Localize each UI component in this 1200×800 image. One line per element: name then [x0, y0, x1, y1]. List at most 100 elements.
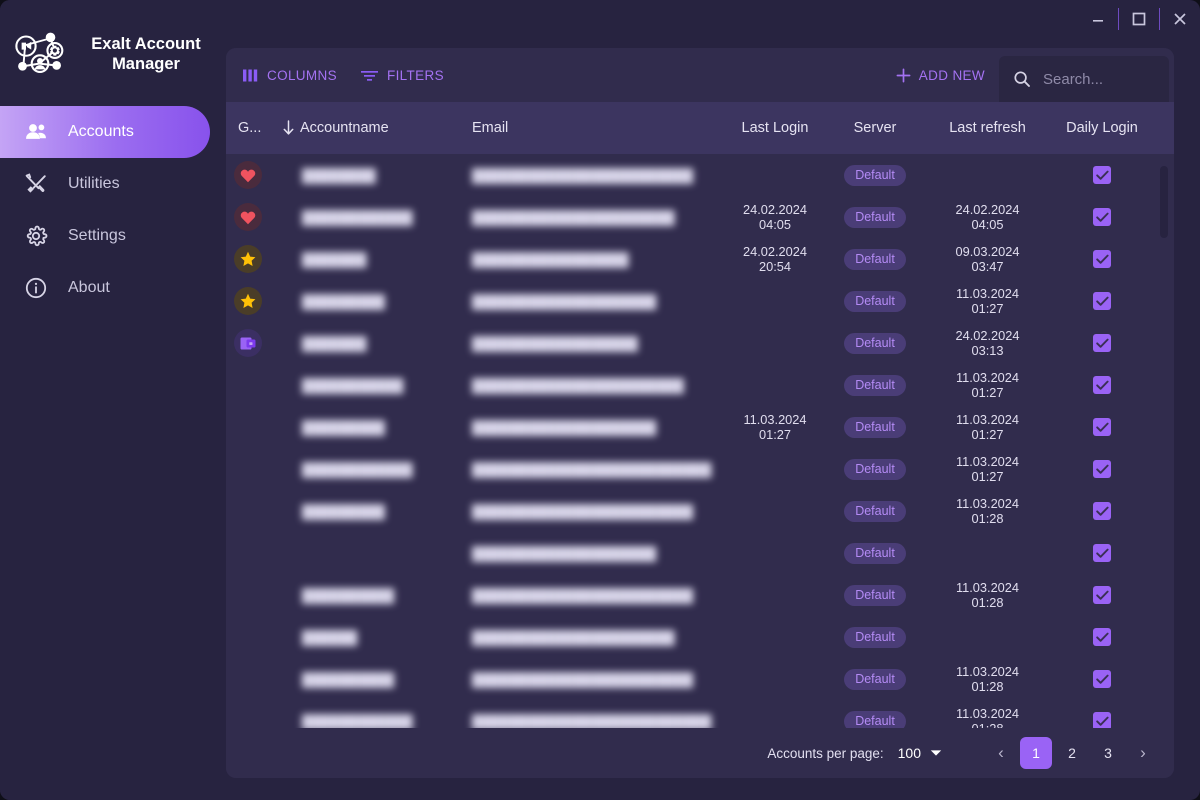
daily-login-checkbox[interactable] [1093, 208, 1111, 226]
sidebar-item-settings[interactable]: Settings [0, 210, 210, 262]
daily-login-checkbox[interactable] [1093, 628, 1111, 646]
server-chip[interactable]: Default [844, 164, 906, 186]
daily-login-checkbox[interactable] [1093, 460, 1111, 478]
filters-button[interactable]: FILTERS [353, 62, 452, 89]
sidebar: Exalt Account Manager Accounts Utilities… [0, 0, 226, 800]
cell-email: ████████████████████ [472, 545, 657, 561]
prev-page-button[interactable]: ‹ [986, 737, 1016, 769]
server-chip[interactable]: Default [844, 374, 906, 396]
cell-daily-login [1050, 250, 1154, 268]
cell-group [226, 203, 276, 231]
cell-server: Default [825, 206, 925, 228]
daily-login-checkbox[interactable] [1093, 418, 1111, 436]
columns-button[interactable]: COLUMNS [235, 62, 345, 89]
group-star-icon[interactable] [234, 287, 262, 315]
column-header-server[interactable]: Server [825, 120, 925, 136]
daily-login-checkbox[interactable] [1093, 712, 1111, 728]
sidebar-item-about[interactable]: About [0, 262, 210, 314]
table-row[interactable]: ████████ ████████████████████████ Defaul… [226, 154, 1174, 196]
table-row[interactable]: ██████ ██████████████████████ Default [226, 616, 1174, 658]
cell-server: Default [825, 584, 925, 606]
cell-accountname: ██████████ [302, 587, 395, 603]
table-row[interactable]: ███████████ ███████████████████████ Defa… [226, 364, 1174, 406]
column-header-last-refresh[interactable]: Last refresh [925, 120, 1050, 136]
add-new-button[interactable]: ADD NEW [888, 62, 993, 89]
pagination: ‹ 1 2 3 › [986, 737, 1158, 769]
table-row[interactable]: ████████████████████ Default [226, 532, 1174, 574]
sidebar-item-label: Settings [68, 227, 126, 244]
cell-group [226, 287, 276, 315]
cell-email: ██████████████████ [472, 335, 638, 351]
column-header-daily-login[interactable]: Daily Login [1050, 120, 1154, 136]
server-chip[interactable]: Default [844, 500, 906, 522]
server-chip[interactable]: Default [844, 416, 906, 438]
daily-login-checkbox[interactable] [1093, 502, 1111, 520]
cell-daily-login [1050, 712, 1154, 728]
daily-login-checkbox[interactable] [1093, 334, 1111, 352]
server-chip[interactable]: Default [844, 584, 906, 606]
cell-last-refresh: 11.03.2024 01:27 [955, 286, 1020, 316]
server-chip[interactable]: Default [844, 668, 906, 690]
server-chip[interactable]: Default [844, 332, 906, 354]
minimize-button[interactable] [1078, 0, 1118, 38]
daily-login-checkbox[interactable] [1093, 670, 1111, 688]
group-star-icon[interactable] [234, 245, 262, 273]
server-chip[interactable]: Default [844, 626, 906, 648]
cell-last-login: 11.03.2024 01:27 [743, 412, 807, 442]
column-header-last-login[interactable]: Last Login [725, 120, 825, 136]
page-button-2[interactable]: 2 [1056, 737, 1088, 769]
cell-server: Default [825, 500, 925, 522]
daily-login-checkbox[interactable] [1093, 166, 1111, 184]
server-chip[interactable]: Default [844, 206, 906, 228]
group-heart-icon[interactable] [234, 203, 262, 231]
group-wallet-icon[interactable] [234, 329, 262, 357]
search-box[interactable]: Search... [999, 56, 1169, 102]
next-page-button[interactable]: › [1128, 737, 1158, 769]
table-row[interactable]: █████████ ████████████████████ 11.03.202… [226, 406, 1174, 448]
table-row[interactable]: █████████ ████████████████████████ Defau… [226, 490, 1174, 532]
table-row[interactable]: ██████████ ████████████████████████ Defa… [226, 658, 1174, 700]
per-page-select[interactable]: 100 [898, 745, 942, 761]
server-chip[interactable]: Default [844, 458, 906, 480]
column-header-email[interactable]: Email [472, 120, 725, 136]
cell-last-refresh: 11.03.202401:28 [955, 580, 1020, 610]
close-button[interactable] [1160, 0, 1200, 38]
column-header-group[interactable]: G... [226, 120, 276, 136]
table-row[interactable]: ████████████ ██████████████████████ 24.0… [226, 196, 1174, 238]
table-row[interactable]: ████████████ ██████████████████████████ … [226, 448, 1174, 490]
daily-login-checkbox[interactable] [1093, 586, 1111, 604]
daily-login-checkbox[interactable] [1093, 544, 1111, 562]
page-button-1[interactable]: 1 [1020, 737, 1052, 769]
server-chip[interactable]: Default [844, 248, 906, 270]
server-chip[interactable]: Default [844, 290, 906, 312]
cell-email: █████████████████ [472, 251, 629, 267]
main-panel: COLUMNS FILTERS ADD NEW Search... G... A… [226, 48, 1174, 778]
table-scrollbar[interactable] [1160, 160, 1168, 722]
cell-accountname: ███████████ [302, 377, 404, 393]
page-button-3[interactable]: 3 [1092, 737, 1124, 769]
cell-email: ████████████████████████ [472, 167, 694, 183]
table-row[interactable]: █████████ ████████████████████ Default 1… [226, 280, 1174, 322]
server-chip[interactable]: Default [844, 710, 906, 728]
maximize-button[interactable] [1119, 0, 1159, 38]
table-row[interactable]: ███████ █████████████████ 24.02.2024 20:5… [226, 238, 1174, 280]
search-input[interactable]: Search... [1043, 71, 1103, 88]
table-row[interactable]: ██████████ ████████████████████████ Defa… [226, 574, 1174, 616]
cell-accountname: ███████ [302, 335, 367, 351]
cell-accountname: ██████████ [302, 671, 395, 687]
table-row[interactable]: ████████████ ██████████████████████████ … [226, 700, 1174, 728]
daily-login-checkbox[interactable] [1093, 292, 1111, 310]
sort-arrow-icon[interactable] [276, 120, 300, 136]
scrollbar-thumb[interactable] [1160, 166, 1168, 238]
group-heart-icon[interactable] [234, 161, 262, 189]
column-header-accountname[interactable]: Accountname [300, 120, 472, 136]
cell-accountname: █████████ [302, 419, 385, 435]
daily-login-checkbox[interactable] [1093, 376, 1111, 394]
sidebar-item-utilities[interactable]: Utilities [0, 158, 210, 210]
cell-email: ███████████████████████ [472, 377, 684, 393]
sidebar-item-accounts[interactable]: Accounts [0, 106, 210, 158]
daily-login-checkbox[interactable] [1093, 250, 1111, 268]
table-row[interactable]: ███████ ██████████████████ Default 24.02… [226, 322, 1174, 364]
server-chip[interactable]: Default [844, 542, 906, 564]
cell-email: ██████████████████████████ [472, 461, 712, 477]
